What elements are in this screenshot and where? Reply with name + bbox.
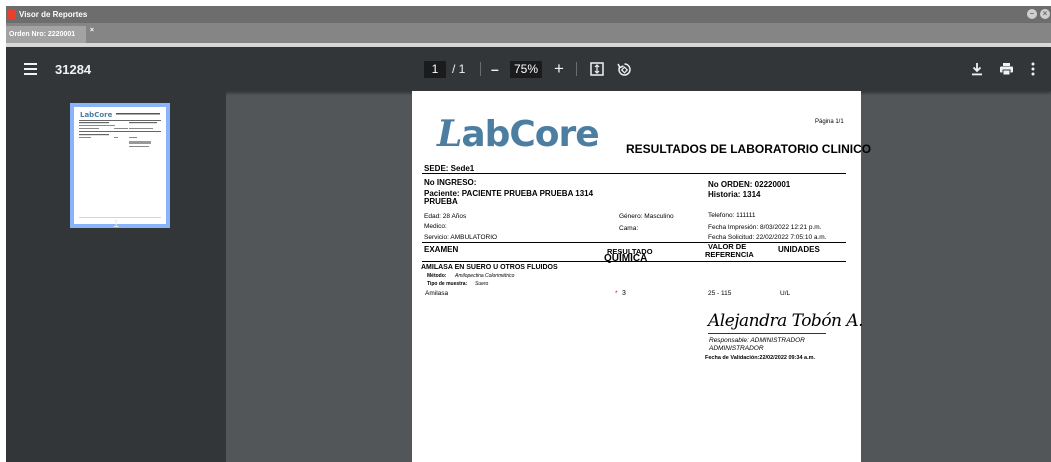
section-quimica: QUÍMICA: [604, 253, 648, 264]
metodo-value: Amilopectina Colorimétrico: [455, 273, 515, 279]
test-name: Amilasa: [425, 290, 449, 297]
fecha-validacion: Fecha de Validación:22/02/2022 09:34 a.m…: [705, 355, 816, 361]
thumbnail-sidebar: LabCore 1: [6, 91, 226, 462]
responsable-line2: ADMINISTRADOR: [709, 345, 764, 352]
divider: [422, 242, 846, 243]
rotate-icon[interactable]: [617, 47, 632, 91]
paciente-line2: PRUEBA: [424, 197, 458, 206]
report-viewer-window: Visor de Reportes – × Orden Nro: 2220001…: [6, 6, 1051, 462]
minimize-button[interactable]: –: [1027, 9, 1037, 19]
edad: Edad: 28 Años: [424, 213, 467, 220]
title-bar: Visor de Reportes – ×: [6, 6, 1051, 23]
test-range: 25 - 115: [708, 290, 732, 297]
muestra-value: Suero: [475, 281, 489, 287]
toolbar-divider: [480, 62, 481, 76]
page-total: / 1: [452, 62, 466, 76]
historia: Historia: 1314: [708, 190, 761, 199]
pdf-toolbar: 31284 1 / 1 – 75% +: [6, 47, 1051, 91]
more-vert-icon[interactable]: [1031, 47, 1035, 91]
col-examen: EXAMEN: [424, 245, 459, 254]
fecha-impresion: Fecha Impresión: 8/03/2022 12:21 p.m.: [708, 224, 822, 231]
thumbnail-page-number: 1: [112, 218, 120, 230]
genero: Género: Masculino: [619, 213, 674, 220]
tab-orden[interactable]: Orden Nro: 2220001 ×: [6, 26, 94, 43]
document-title: 31284: [55, 61, 92, 77]
metodo-label: Método:: [427, 273, 447, 279]
zoom-input[interactable]: 75%: [510, 61, 542, 78]
zoom-in-button[interactable]: +: [554, 47, 564, 91]
close-window-button[interactable]: ×: [1040, 9, 1050, 19]
no-ingreso: No INGRESO:: [424, 178, 477, 187]
menu-icon[interactable]: [23, 47, 37, 91]
report-heading: RESULTADOS DE LABORATORIO CLINICO: [626, 142, 872, 156]
toolbar-divider: [576, 62, 577, 76]
muestra-label: Tipo de muestra:: [427, 281, 468, 287]
labcore-logo: LabCore: [437, 113, 600, 155]
sede-label: SEDE: Sede1: [424, 164, 475, 173]
col-valor-2: REFERENCIA: [705, 250, 754, 259]
page-label: Página 1/1: [815, 119, 844, 125]
fit-page-icon[interactable]: [590, 47, 604, 91]
test-unit: U/L: [780, 290, 791, 297]
page-number-input[interactable]: 1: [424, 61, 446, 78]
servicio: Servicio: AMBULATORIO: [424, 234, 498, 241]
fecha-solicitud: Fecha Solicitud: 22/02/2022 7:05:10 a.m.: [708, 234, 827, 241]
test-value: 3: [622, 290, 626, 297]
tab-strip: Orden Nro: 2220001 ×: [6, 23, 1051, 43]
divider: [422, 173, 846, 174]
no-orden: No ORDEN: 02220001: [708, 180, 791, 189]
test-flag: *: [615, 290, 618, 297]
page-thumbnail-preview: LabCore: [79, 111, 161, 218]
test-group: AMILASA EN SUERO U OTROS FLUIDOS: [421, 264, 558, 271]
medico: Medico:: [424, 223, 447, 230]
responsable-line1: Responsable: ADMINISTRADOR: [709, 337, 805, 344]
page-thumbnail[interactable]: LabCore: [70, 103, 170, 228]
cama: Cama:: [619, 225, 639, 232]
svg-text:LabCore: LabCore: [80, 111, 113, 119]
signature: Alejandra Tobón A.: [708, 311, 864, 331]
divider: [422, 261, 846, 262]
signature-line: [708, 333, 826, 334]
print-icon[interactable]: [999, 47, 1014, 91]
report-page: Página 1/1 LabCore RESULTADOS DE LABORAT…: [412, 91, 871, 462]
download-icon[interactable]: [971, 47, 983, 91]
tab-label: Orden Nro: 2220001: [9, 31, 76, 38]
tab-close-icon[interactable]: ×: [90, 27, 94, 34]
telefono: Telefono: 111111: [708, 212, 756, 219]
zoom-out-button[interactable]: –: [491, 47, 499, 91]
acrobat-app-icon: [8, 10, 16, 19]
col-unidades: UNIDADES: [778, 245, 820, 254]
window-title: Visor de Reportes: [19, 10, 88, 19]
